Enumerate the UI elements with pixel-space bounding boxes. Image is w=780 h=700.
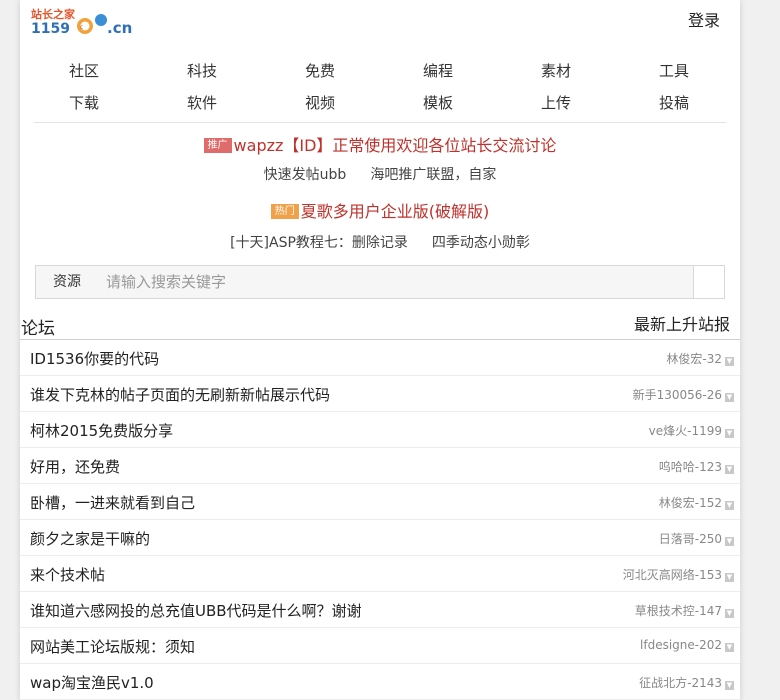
post-meta: ve烽火-1199 ▼: [649, 422, 734, 439]
svg-text:站长之家: 站长之家: [31, 7, 76, 21]
dropdown-arrow-icon: ▼: [725, 357, 734, 366]
dropdown-arrow-icon: ▼: [725, 681, 734, 690]
post-meta: lfdesigne-202 ▼: [640, 638, 734, 652]
dropdown-arrow-icon: ▼: [725, 393, 734, 402]
promo-block-2: 热门 夏歌多用户企业版(破解版) [十天]ASP教程七：删除记录 四季动态小勋彰: [20, 198, 740, 252]
nav-item-tools[interactable]: 工具: [634, 60, 714, 81]
nav-item-software[interactable]: 软件: [162, 92, 242, 113]
nav-item-free[interactable]: 免费: [280, 60, 360, 81]
nav-item-community[interactable]: 社区: [44, 60, 124, 81]
nav-grid: 社区 科技 免费 编程 素材 工具 下载 软件 视频 模板 上传 投稿: [20, 44, 740, 122]
sub-link[interactable]: [十天]ASP教程七：删除记录: [230, 235, 408, 251]
promo-link-1[interactable]: 推广 wapzz【ID】正常使用欢迎各位站长交流讨论: [20, 132, 740, 156]
dropdown-arrow-icon: ▼: [725, 537, 734, 546]
nav-item-submit[interactable]: 投稿: [634, 92, 714, 113]
sub-link[interactable]: 快速发帖ubb: [264, 167, 347, 183]
dropdown-arrow-icon: ▼: [725, 501, 734, 510]
dropdown-arrow-icon: ▼: [725, 573, 734, 582]
nav-item-templates[interactable]: 模板: [398, 92, 478, 113]
nav-item-programming[interactable]: 编程: [398, 60, 478, 81]
post-author-views: 林俊宏-32: [666, 352, 722, 366]
dropdown-arrow-icon: ▼: [725, 429, 734, 438]
post-author-views: ve烽火-1199: [648, 424, 722, 438]
nav-item-video[interactable]: 视频: [280, 92, 360, 113]
nav-divider: [34, 122, 726, 123]
login-link[interactable]: 登录: [688, 7, 720, 31]
post-title[interactable]: 卧槽，一进来就看到自己: [30, 492, 195, 513]
post-title[interactable]: 柯林2015免费版分享: [30, 420, 173, 441]
post-meta: 新手130056-26 ▼: [633, 386, 734, 403]
post-row[interactable]: ID1536你要的代码 林俊宏-32 ▼: [20, 340, 740, 376]
post-row[interactable]: 来个技术帖 河北灭高网络-153 ▼: [20, 556, 740, 592]
svg-text:c: c: [80, 24, 83, 31]
post-row[interactable]: 颜夕之家是干嘛的 日落哥-250 ▼: [20, 520, 740, 556]
nav-item-download[interactable]: 下载: [44, 92, 124, 113]
post-row[interactable]: wap淘宝渔民v1.0 征战北方-2143 ▼: [20, 664, 740, 700]
nav-item-upload[interactable]: 上传: [516, 92, 596, 113]
post-meta: 河北灭高网络-153 ▼: [623, 566, 734, 583]
search-category-select[interactable]: 资源: [36, 266, 98, 298]
post-author-views: 呜哈哈-123: [658, 460, 722, 474]
post-title[interactable]: ID1536你要的代码: [30, 348, 159, 369]
promo-link-2[interactable]: 热门 夏歌多用户企业版(破解版): [20, 198, 740, 222]
post-list: ID1536你要的代码 林俊宏-32 ▼ 谁发下克林的帖子页面的无刷新新帖展示代码 新手…: [20, 340, 740, 700]
post-meta: 草根技术控-147 ▼: [635, 602, 734, 619]
nav-item-materials[interactable]: 素材: [516, 60, 596, 81]
sub-link[interactable]: 四季动态小勋彰: [432, 235, 530, 251]
post-title[interactable]: wap淘宝渔民v1.0: [30, 672, 154, 693]
promo-sub-links-1: 快速发帖ubb 海吧推广联盟，自家: [20, 164, 740, 184]
post-row[interactable]: 谁发下克林的帖子页面的无刷新新帖展示代码 新手130056-26 ▼: [20, 376, 740, 412]
post-meta: 日落哥-250 ▼: [659, 530, 734, 547]
post-row[interactable]: 谁知道六感网投的总充值UBB代码是什么啊？谢谢 草根技术控-147 ▼: [20, 592, 740, 628]
post-meta: 征战北方-2143 ▼: [639, 674, 734, 691]
post-meta: 林俊宏-152 ▼: [659, 494, 734, 511]
search-input[interactable]: [106, 266, 686, 298]
post-row[interactable]: 卧槽，一进来就看到自己 林俊宏-152 ▼: [20, 484, 740, 520]
post-title[interactable]: 谁发下克林的帖子页面的无刷新新帖展示代码: [30, 384, 330, 405]
promo-sub-links-2: [十天]ASP教程七：删除记录 四季动态小勋彰: [20, 232, 740, 252]
post-author-views: 林俊宏-152: [658, 496, 722, 510]
sub-link[interactable]: 海吧推广联盟，自家: [370, 167, 496, 183]
svg-text:1159: 1159: [31, 21, 70, 36]
section-title: 论坛: [21, 319, 55, 339]
section-more-link[interactable]: 最新上升站报: [634, 311, 730, 335]
post-title[interactable]: 网站美工论坛版规：须知: [30, 636, 195, 657]
forum-section-header: 论坛 最新上升站报: [20, 308, 740, 340]
post-author-views: 草根技术控-147: [634, 604, 722, 618]
promo-badge: 推广: [203, 138, 232, 153]
site-logo[interactable]: 站长之家 1159 c .cn: [30, 6, 140, 36]
search-button[interactable]: [693, 266, 724, 298]
dropdown-arrow-icon: ▼: [725, 465, 734, 474]
post-meta: 林俊宏-32 ▼: [666, 350, 734, 367]
search-bar: 资源: [35, 265, 725, 299]
hot-badge: 热门: [270, 204, 299, 219]
promo-block-1: 推广 wapzz【ID】正常使用欢迎各位站长交流讨论 快速发帖ubb 海吧推广联盟，…: [20, 132, 740, 184]
post-title[interactable]: 来个技术帖: [30, 564, 105, 585]
dropdown-arrow-icon: ▼: [725, 643, 734, 652]
post-title[interactable]: 谁知道六感网投的总充值UBB代码是什么啊？谢谢: [30, 600, 362, 621]
page: 站长之家 1159 c .cn 登录 社区 科技 免费 编程 素材 工具 下载 …: [20, 0, 740, 700]
nav-item-tech[interactable]: 科技: [162, 60, 242, 81]
post-meta: 呜哈哈-123 ▼: [659, 458, 734, 475]
promo-text: 夏歌多用户企业版(破解版): [300, 202, 490, 221]
post-author-views: 征战北方-2143: [639, 676, 722, 690]
dropdown-arrow-icon: ▼: [725, 609, 734, 618]
post-author-views: lfdesigne-202: [640, 638, 722, 652]
svg-text:.cn: .cn: [107, 19, 132, 36]
promo-text: wapzz【ID】正常使用欢迎各位站长交流讨论: [233, 136, 557, 155]
header: 站长之家 1159 c .cn 登录: [20, 0, 740, 44]
post-row[interactable]: 好用，还免费 呜哈哈-123 ▼: [20, 448, 740, 484]
post-title[interactable]: 好用，还免费: [30, 456, 120, 477]
post-row[interactable]: 网站美工论坛版规：须知 lfdesigne-202 ▼: [20, 628, 740, 664]
post-author-views: 新手130056-26: [632, 388, 722, 402]
post-title[interactable]: 颜夕之家是干嘛的: [30, 528, 150, 549]
post-row[interactable]: 柯林2015免费版分享 ve烽火-1199 ▼: [20, 412, 740, 448]
post-author-views: 河北灭高网络-153: [622, 568, 722, 582]
post-author-views: 日落哥-250: [658, 532, 722, 546]
